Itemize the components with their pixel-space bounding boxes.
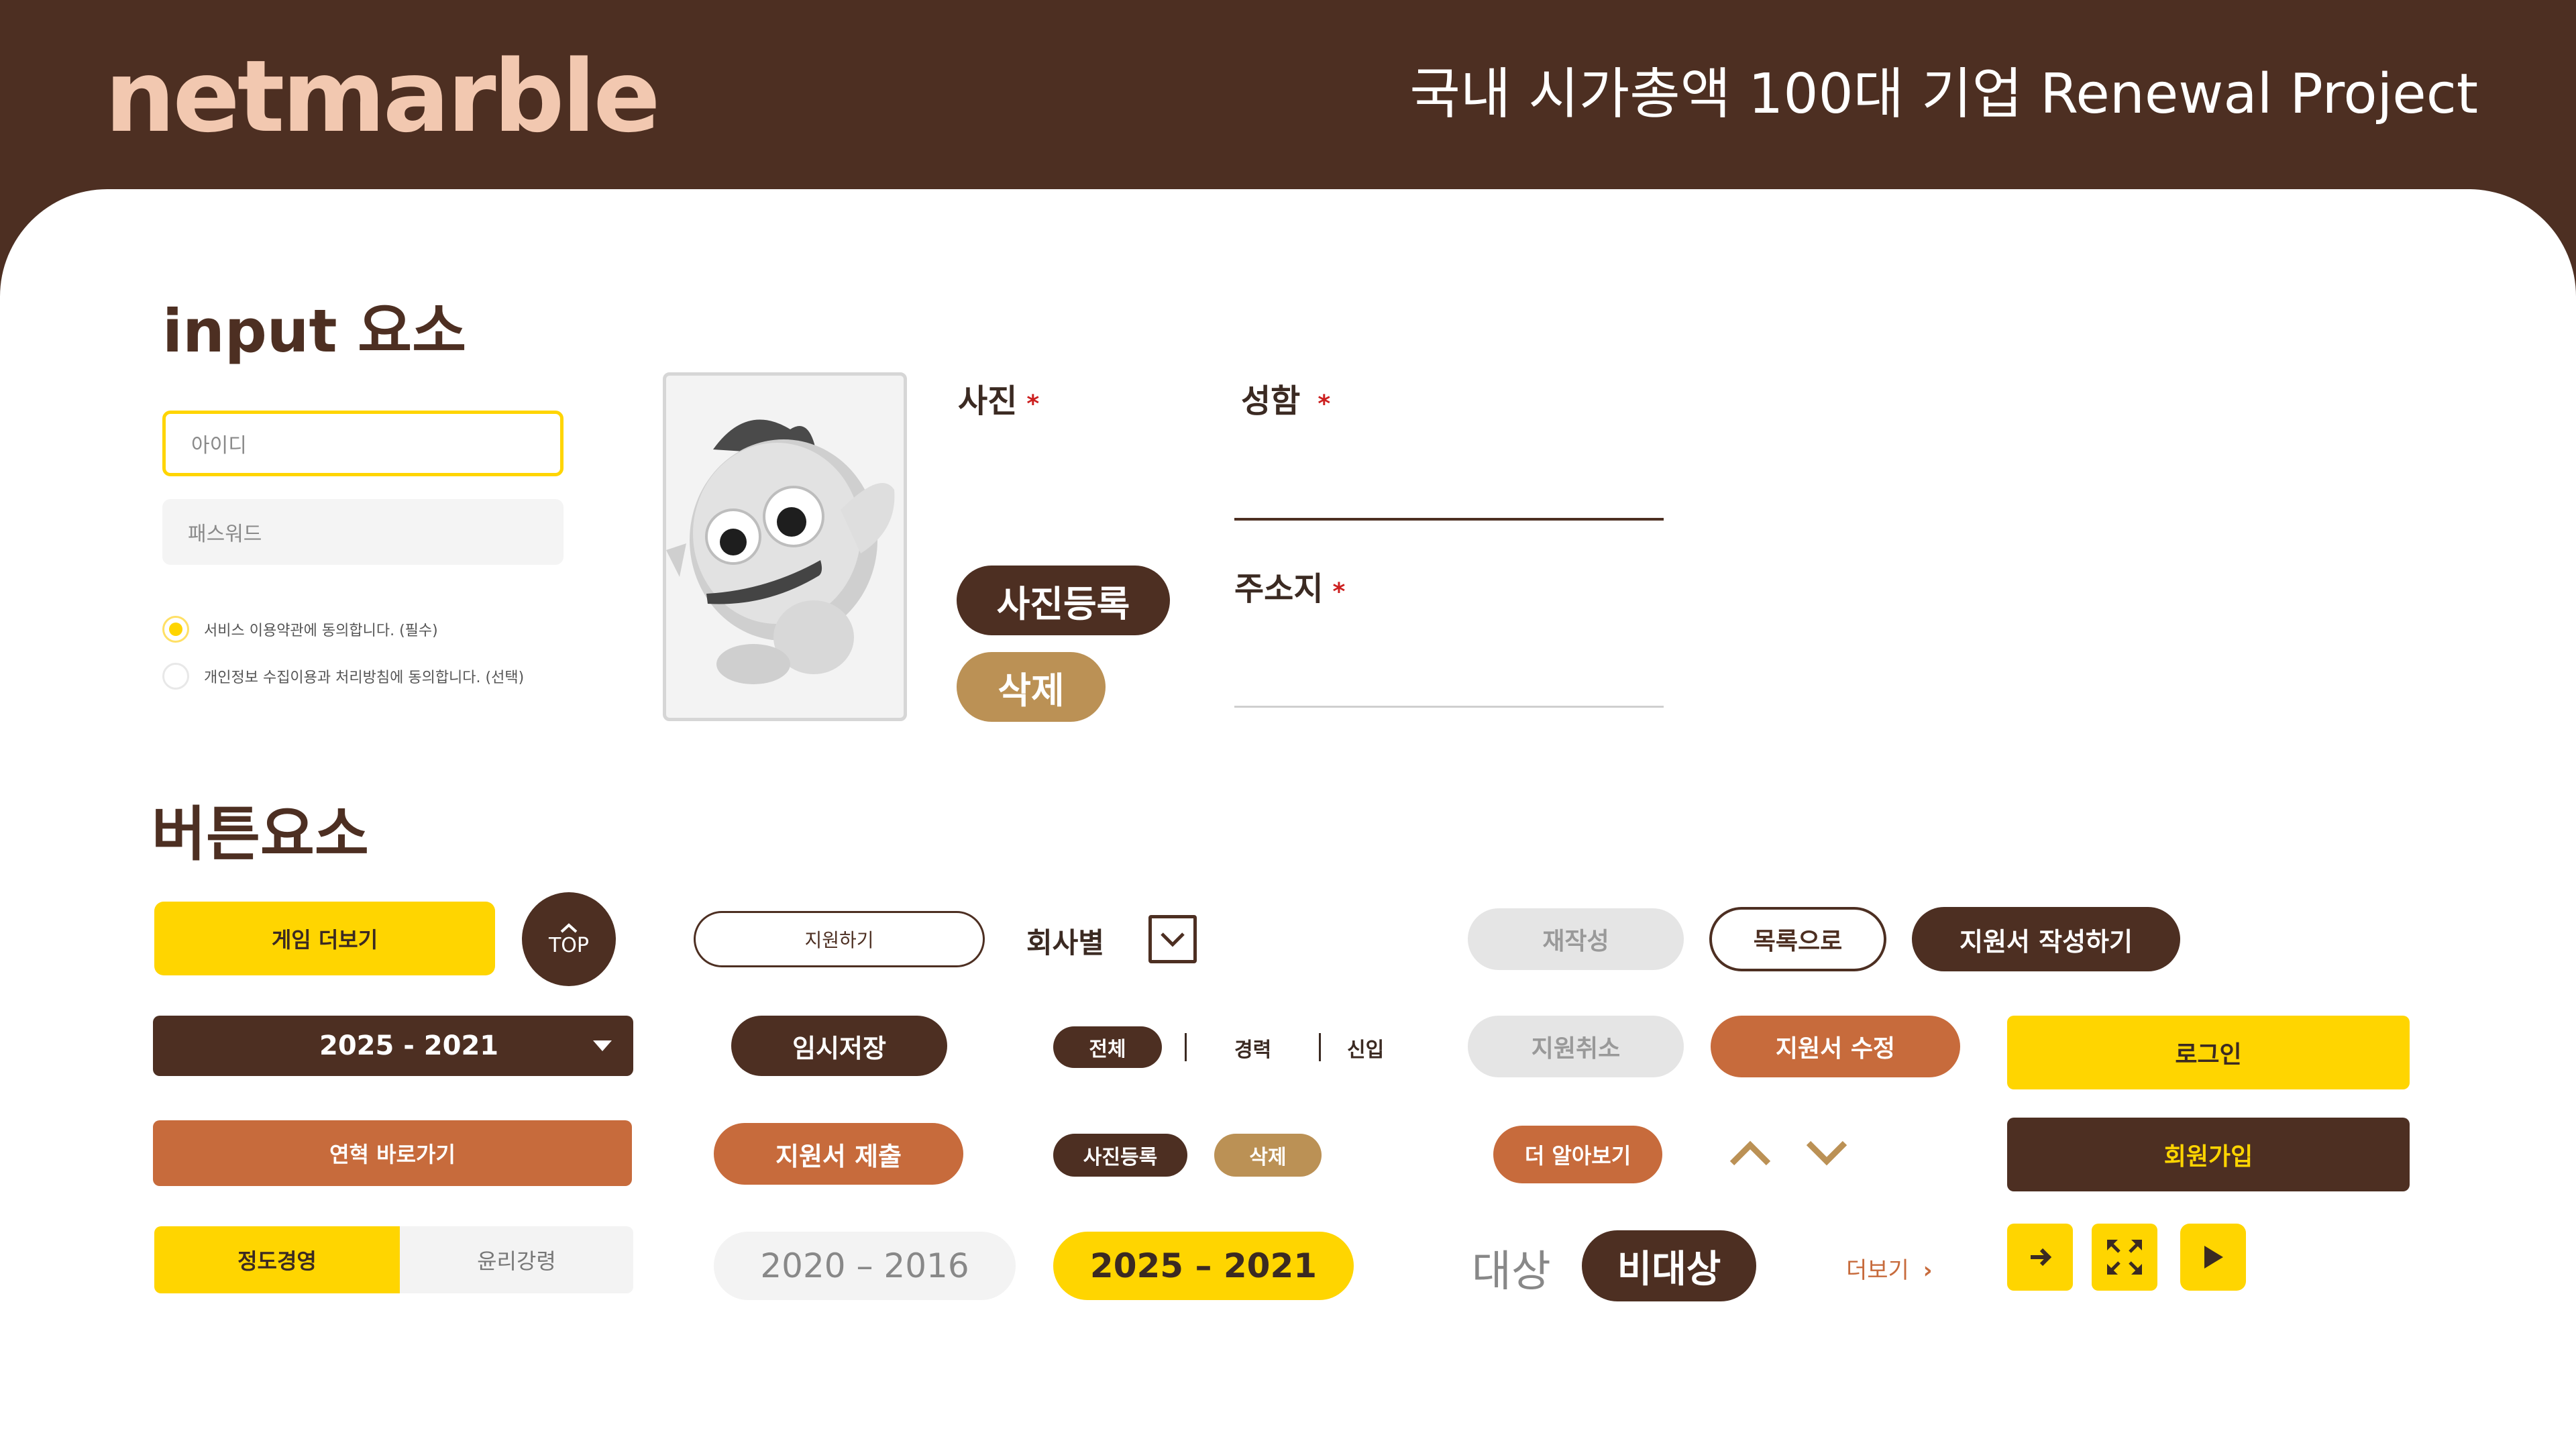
play-button[interactable] xyxy=(2180,1224,2246,1291)
tab-ethics-management[interactable]: 정도경영 xyxy=(154,1226,400,1293)
address-label: 주소지 * xyxy=(1234,562,1345,609)
to-list-button[interactable]: 목록으로 xyxy=(1709,907,1886,971)
filter-all-button[interactable]: 전체 xyxy=(1053,1026,1162,1068)
content-card: input 요소 아이디 패스워드 서비스 이용약관에 동의합니다. (필수) … xyxy=(0,189,2576,1449)
caret-down-icon xyxy=(593,1040,612,1051)
company-dropdown-toggle[interactable] xyxy=(1148,915,1197,963)
by-company-label: 회사별 xyxy=(1026,926,1104,959)
arrow-right-icon xyxy=(2031,1248,2052,1267)
agree-required-label: 서비스 이용약관에 동의합니다. (필수) xyxy=(204,623,438,639)
non-target-button[interactable]: 비대상 xyxy=(1582,1230,1756,1301)
edit-application-button[interactable]: 지원서 수정 xyxy=(1711,1016,1960,1077)
address-input[interactable] xyxy=(1234,706,1664,708)
photo-delete-button[interactable]: 삭제 xyxy=(957,652,1106,722)
submit-application-button[interactable]: 지원서 제출 xyxy=(714,1123,963,1185)
apply-button[interactable]: 지원하기 xyxy=(694,911,985,967)
photo-register-button[interactable]: 사진등록 xyxy=(957,566,1170,635)
required-mark: * xyxy=(1318,390,1331,418)
rewrite-button[interactable]: 재작성 xyxy=(1468,908,1684,970)
year-select[interactable]: 2025 - 2021 xyxy=(153,1016,633,1076)
year-select-value: 2025 - 2021 xyxy=(319,1030,499,1061)
chevron-down-icon xyxy=(1161,932,1185,947)
button-section-title: 버튼요소 xyxy=(152,800,369,869)
filter-new-button[interactable]: 신입 xyxy=(1347,1033,1384,1063)
cancel-application-button[interactable]: 지원취소 xyxy=(1468,1016,1684,1077)
chevron-down-icon[interactable] xyxy=(1805,1139,1849,1167)
name-input[interactable] xyxy=(1234,518,1664,521)
divider xyxy=(1319,1033,1321,1061)
radio-unchecked[interactable] xyxy=(162,663,189,690)
see-more-link[interactable]: 더보기 › xyxy=(1846,1252,1933,1285)
chevron-up-icon xyxy=(560,922,578,932)
learn-more-button[interactable]: 더 알아보기 xyxy=(1493,1126,1662,1183)
agree-optional-label: 개인정보 수집이용과 처리방침에 동의합니다. (선택) xyxy=(204,669,525,686)
chevron-up-icon[interactable] xyxy=(1728,1139,1772,1167)
top-button[interactable]: TOP xyxy=(522,892,616,986)
divider xyxy=(1185,1033,1187,1061)
photo-preview xyxy=(663,372,907,721)
more-games-button[interactable]: 게임 더보기 xyxy=(154,902,495,975)
photo-label: 사진 * xyxy=(958,374,1039,421)
expand-icon xyxy=(2107,1240,2142,1275)
name-label: 성함 * xyxy=(1241,374,1330,421)
tab-ethics-charter[interactable]: 윤리강령 xyxy=(400,1226,633,1293)
photo-register-small-button[interactable]: 사진등록 xyxy=(1053,1134,1187,1177)
photo-label-text: 사진 xyxy=(958,382,1018,420)
login-button[interactable]: 로그인 xyxy=(2007,1016,2410,1089)
id-input[interactable]: 아이디 xyxy=(162,411,564,476)
delete-small-button[interactable]: 삭제 xyxy=(1214,1134,1322,1177)
chevron-right-icon: › xyxy=(1923,1257,1933,1284)
signup-button[interactable]: 회원가입 xyxy=(2007,1118,2410,1191)
password-placeholder: 패스워드 xyxy=(188,523,262,546)
write-application-button[interactable]: 지원서 작성하기 xyxy=(1912,907,2180,971)
required-mark: * xyxy=(1332,578,1346,606)
password-input[interactable]: 패스워드 xyxy=(162,499,564,565)
agree-required-option[interactable]: 서비스 이용약관에 동의합니다. (필수) xyxy=(162,616,438,643)
netmarble-logo[interactable]: netmarble xyxy=(105,47,661,146)
temp-save-button[interactable]: 임시저장 xyxy=(731,1016,947,1076)
agree-optional-option[interactable]: 개인정보 수집이용과 처리방침에 동의합니다. (선택) xyxy=(162,663,524,690)
fullscreen-button[interactable] xyxy=(2092,1224,2157,1291)
target-label[interactable]: 대상 xyxy=(1472,1237,1551,1299)
input-section-title: input 요소 xyxy=(162,297,467,366)
arrow-right-button[interactable] xyxy=(2007,1224,2073,1291)
year-range-2025-2021[interactable]: 2025 – 2021 xyxy=(1053,1232,1354,1300)
history-link-button[interactable]: 연혁 바로가기 xyxy=(153,1120,632,1186)
mascot-illustration xyxy=(666,419,895,684)
radio-checked[interactable] xyxy=(162,616,189,643)
top-label: TOP xyxy=(548,933,590,957)
filter-career-button[interactable]: 경력 xyxy=(1234,1033,1271,1063)
id-placeholder: 아이디 xyxy=(191,434,247,458)
play-icon xyxy=(2204,1246,2223,1269)
required-mark: * xyxy=(1026,390,1040,418)
name-label-text: 성함 xyxy=(1241,382,1301,420)
see-more-label: 더보기 xyxy=(1846,1257,1909,1284)
page-title: 국내 시가총액 100대 기업 Renewal Project xyxy=(1409,62,2478,126)
address-label-text: 주소지 xyxy=(1234,570,1324,608)
year-range-2020-2016[interactable]: 2020 – 2016 xyxy=(714,1232,1016,1300)
